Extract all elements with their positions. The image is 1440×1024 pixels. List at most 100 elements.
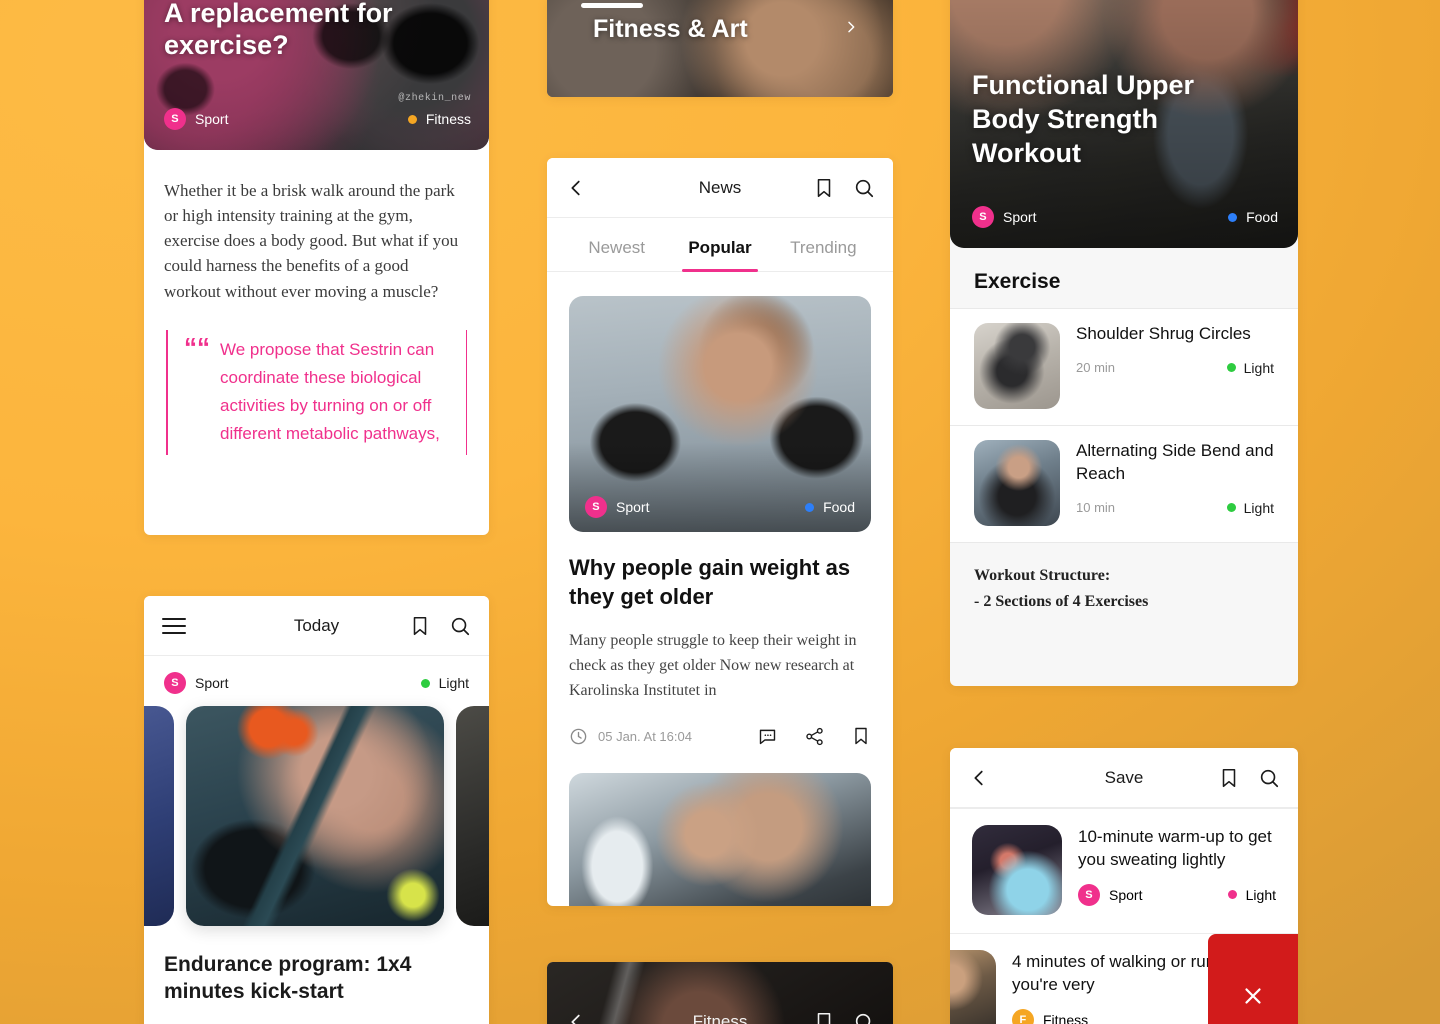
close-icon [1245,988,1261,1004]
avatar: S [164,672,186,694]
avatar: S [164,108,186,130]
exercise-name: Alternating Side Bend and Reach [1076,441,1274,483]
category-label: Fitness [1043,1011,1089,1024]
category-badge[interactable]: S Sport [585,496,649,518]
category-badge[interactable]: F Fitness [1012,1008,1089,1024]
tag-dot-icon [805,502,815,512]
fitness-header-card: Fitness [547,962,893,1024]
category-label: Sport [616,499,650,515]
chevron-right-icon[interactable] [843,19,859,35]
category-badge[interactable]: S Sport [164,672,228,694]
article-hero: A replacement for exercise? @zhekin_new … [144,0,489,150]
category-label: Sport [195,111,229,127]
workout-hero-badges: S Sport Food [972,206,1278,228]
category-badge[interactable]: S Sport [164,108,228,130]
news-action-row [757,726,871,747]
tab-trending[interactable]: Trending [772,238,875,271]
tab-popular[interactable]: Popular [668,238,771,271]
level-dot-icon [420,678,430,688]
news-navbar: News [547,158,893,218]
exercise-subrow: 20 min Light [1076,360,1274,376]
screenshot-stage: A replacement for exercise? @zhekin_new … [0,0,1440,1024]
avatar: S [1078,883,1100,906]
tag-label: Fitness [425,111,471,127]
exercise-list-item[interactable]: Shoulder Shrug Circles 20 min Light [950,308,1298,425]
saved-title: 10-minute warm-up to get you sweating li… [1078,827,1272,870]
category-badge[interactable]: S Sport [1078,883,1143,906]
saved-list-item[interactable]: 10-minute warm-up to get you sweating li… [950,808,1298,933]
quote-text: We propose that Sestrin can coordinate t… [220,339,440,444]
chevron-left-icon[interactable] [565,1011,587,1024]
search-icon[interactable] [853,1011,875,1024]
banner-title: Fitness & Art [593,15,748,43]
today-navbar: Today [144,596,489,656]
news-article-title[interactable]: Why people gain weight as they get older [547,532,893,611]
workout-hero-title: Functional Upper Body Strength Workout [972,70,1194,169]
today-card: Today S Sport Light Endurance program: 1… [144,596,489,1024]
article-pullquote: ““ We propose that Sestrin can coordinat… [166,329,467,455]
share-icon[interactable] [804,726,825,747]
workout-structure: Workout Structure: - 2 Sections of 4 Exe… [950,542,1298,639]
level-label: Light [1245,886,1276,903]
news-article-excerpt: Many people struggle to keep their weigh… [569,632,857,699]
today-card-title: Endurance program: 1x4 minutes kick-star… [164,953,412,1003]
bookmark-icon[interactable] [813,1011,835,1024]
article-photo [569,772,871,906]
bookmark-icon[interactable] [1218,767,1240,789]
workout-structure-line: - 2 Sections of 4 Exercises [974,592,1149,610]
bookmark-icon[interactable] [851,726,871,746]
carousel-slide-next[interactable] [456,706,489,926]
search-icon[interactable] [1258,767,1280,789]
drag-handle[interactable] [581,3,643,8]
news-nav-actions [813,177,875,199]
level-badge: Light [420,675,469,691]
workout-structure-heading: Workout Structure: [974,567,1111,584]
tab-newest[interactable]: Newest [565,238,668,271]
category-label: Sport [1109,886,1143,903]
exercise-details: Shoulder Shrug Circles 20 min Light [1076,323,1274,409]
tag-label: Food [1246,209,1278,225]
article-paragraph: Whether it be a brisk walk around the pa… [164,181,459,301]
article-hero-badges: S Sport Fitness [164,108,471,130]
bookmark-icon[interactable] [813,177,835,199]
today-carousel[interactable] [144,706,489,926]
saved-subrow: S Sport Light [1078,883,1276,906]
saved-thumbnail [950,950,996,1024]
exercise-duration: 10 min [1076,500,1116,516]
search-icon[interactable] [853,177,875,199]
tag-badge[interactable]: Food [1228,209,1278,225]
article-card: A replacement for exercise? @zhekin_new … [144,0,489,535]
fitness-nav-actions [813,1011,875,1024]
exercise-list-item[interactable]: Alternating Side Bend and Reach 10 min L… [950,425,1298,542]
news-article-image[interactable]: S Sport Food [569,296,871,532]
fitness-art-banner-card[interactable]: Fitness & Art [547,0,893,97]
exercise-level: Light [1226,359,1274,376]
tag-label: Food [823,499,855,515]
tag-dot-icon [1228,212,1238,222]
category-badge[interactable]: S Sport [972,206,1036,228]
search-icon[interactable] [449,615,471,637]
tag-badge[interactable]: Food [805,499,855,515]
news-card: News Newest Popular Trending S Sport Foo… [547,158,893,906]
exercise-subrow: 10 min Light [1076,500,1274,516]
hamburger-icon[interactable] [162,617,186,634]
chevron-left-icon[interactable] [968,767,990,789]
today-nav-actions [409,615,471,637]
level-label: Light [1243,359,1274,376]
tag-dot-icon [407,114,417,124]
level-dot-icon [1227,890,1237,900]
tag-badge[interactable]: Fitness [407,111,471,127]
delete-swipe-action[interactable] [1208,934,1298,1024]
bookmark-icon[interactable] [409,615,431,637]
comment-icon[interactable] [757,726,778,747]
exercise-details: Alternating Side Bend and Reach 10 min L… [1076,440,1274,526]
chevron-left-icon[interactable] [565,177,587,199]
clock-icon [569,727,588,746]
carousel-slide-previous[interactable] [144,706,174,926]
news-tabs: Newest Popular Trending [547,218,893,272]
carousel-slide-current[interactable] [186,706,444,926]
news-article-image-secondary[interactable] [569,772,871,906]
avatar: S [972,206,994,228]
save-card: Save 10-minute warm-up to get you sweati… [950,748,1298,1024]
saved-list-item[interactable]: 4 minutes of walking or running so you'r… [950,933,1298,1024]
